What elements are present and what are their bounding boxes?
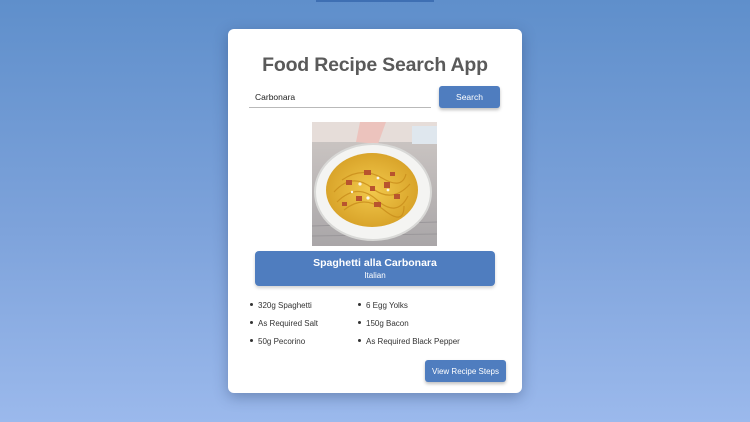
ingredient-item: 50g Pecorino bbox=[250, 337, 305, 346]
page-title: Food Recipe Search App bbox=[262, 54, 488, 76]
recipe-area: Italian bbox=[364, 271, 386, 280]
ingredient-item: 6 Egg Yolks bbox=[358, 301, 408, 310]
search-input[interactable] bbox=[249, 87, 431, 108]
recipe-card: Food Recipe Search App Search bbox=[228, 29, 522, 393]
recipe-photo-graphic bbox=[312, 122, 437, 246]
ingredients-list: 320g Spaghetti 6 Egg Yolks As Required S… bbox=[250, 301, 500, 357]
ingredient-item: 150g Bacon bbox=[358, 319, 409, 328]
recipe-image bbox=[312, 122, 437, 246]
view-recipe-steps-button[interactable]: View Recipe Steps bbox=[425, 360, 506, 382]
recipe-name: Spaghetti alla Carbonara bbox=[313, 257, 437, 269]
ingredient-item: 320g Spaghetti bbox=[250, 301, 312, 310]
ingredient-item: As Required Salt bbox=[250, 319, 318, 328]
recipe-title-banner: Spaghetti alla Carbonara Italian bbox=[255, 251, 495, 286]
ingredient-item: As Required Black Pepper bbox=[358, 337, 460, 346]
search-button[interactable]: Search bbox=[439, 86, 500, 108]
top-edge-strip bbox=[316, 0, 434, 2]
